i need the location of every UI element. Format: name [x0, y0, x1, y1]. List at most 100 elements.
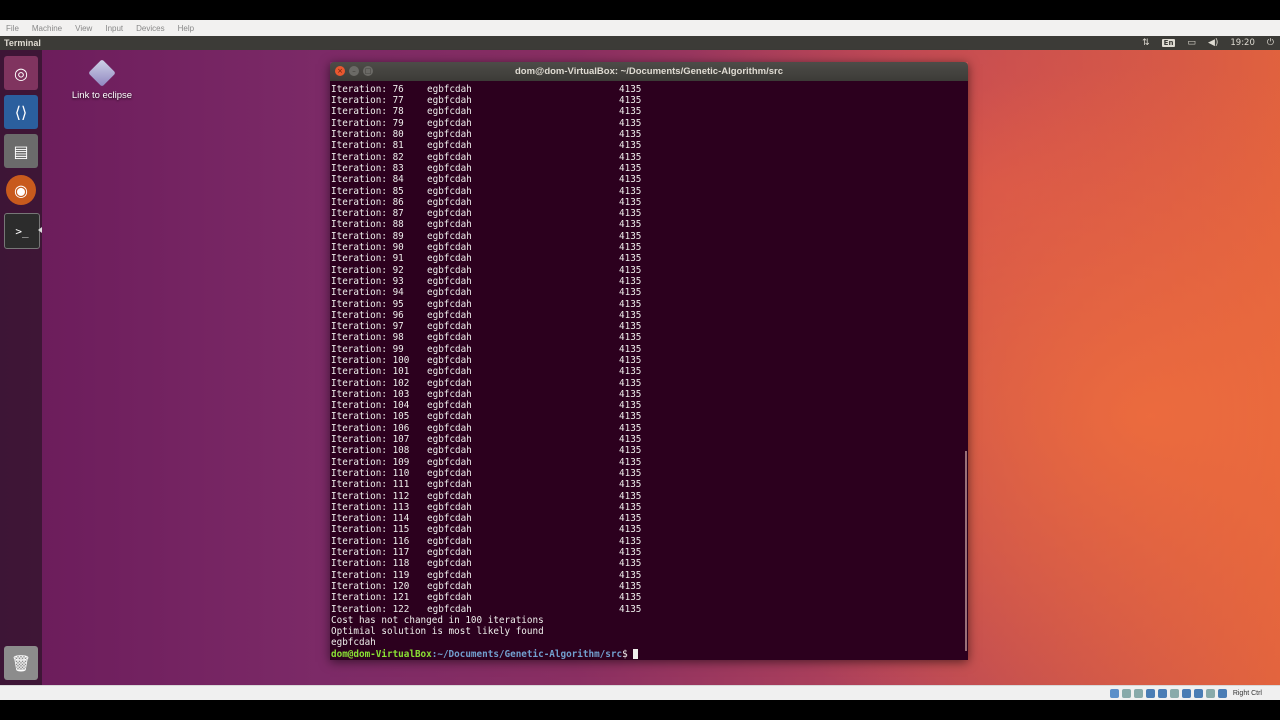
active-app-title[interactable]: Terminal	[0, 38, 41, 48]
menu-help[interactable]: Help	[172, 24, 201, 33]
trash-icon: 🗑	[10, 653, 32, 673]
iteration-path: egbfcdah	[427, 366, 472, 378]
iteration-path: egbfcdah	[427, 422, 472, 434]
iteration-number: Iteration: 89	[331, 230, 404, 242]
display-icon[interactable]	[1181, 689, 1191, 698]
iteration-cost: 4135	[619, 230, 642, 242]
maximize-icon[interactable]: □	[363, 66, 373, 76]
clock[interactable]: 19:20	[1230, 38, 1255, 48]
iteration-number: Iteration: 86	[331, 196, 404, 208]
iteration-number: Iteration: 94	[331, 287, 404, 299]
iteration-line: Iteration: 83 egbfcdah 4135	[331, 163, 961, 174]
menu-machine[interactable]: Machine	[26, 24, 69, 33]
volume-icon[interactable]: ◀)	[1208, 38, 1218, 48]
host-key-icon[interactable]	[1217, 689, 1227, 698]
iteration-path: egbfcdah	[427, 332, 472, 344]
iteration-line: Iteration: 117 egbfcdah 4135	[331, 547, 961, 558]
output-message: egbfcdah	[331, 637, 376, 649]
iteration-number: Iteration: 120	[331, 580, 410, 592]
battery-icon[interactable]: ▭	[1187, 38, 1196, 48]
virtualbox-menubar: File Machine View Input Devices Help	[0, 20, 1280, 36]
iteration-path: egbfcdah	[427, 490, 472, 502]
iteration-number: Iteration: 95	[331, 298, 404, 310]
file-cabinet-icon: ▤	[13, 141, 29, 161]
iteration-cost: 4135	[619, 151, 642, 163]
video-capture-icon[interactable]	[1193, 689, 1203, 698]
menu-devices[interactable]: Devices	[130, 24, 171, 33]
menu-file[interactable]: File	[0, 24, 26, 33]
terminal-titlebar[interactable]: × – □ dom@dom-VirtualBox: ~/Documents/Ge…	[330, 62, 968, 81]
iteration-cost: 4135	[619, 129, 642, 141]
iteration-number: Iteration: 104	[331, 400, 410, 412]
iteration-line: Iteration: 93 egbfcdah 4135	[331, 276, 961, 287]
iteration-line: Iteration: 98 egbfcdah 4135	[331, 332, 961, 343]
keyboard-lang-icon[interactable]: En	[1161, 39, 1176, 47]
iteration-cost: 4135	[619, 456, 642, 468]
iteration-line: Iteration: 121 egbfcdah 4135	[331, 592, 961, 603]
shell-prompt-line[interactable]: dom@dom-VirtualBox:~/Documents/Genetic-A…	[331, 648, 961, 660]
iteration-path: egbfcdah	[427, 558, 472, 570]
prompt-user-host: dom@dom-VirtualBox	[331, 648, 432, 660]
iteration-cost: 4135	[619, 535, 642, 547]
iteration-cost: 4135	[619, 580, 642, 592]
terminal-output[interactable]: Iteration: 76 egbfcdah 4135 Iteration: 77 eg…	[330, 81, 968, 660]
iteration-path: egbfcdah	[427, 162, 472, 174]
desktop-icon-eclipse[interactable]: Link to eclipse	[68, 59, 136, 101]
indicator-area: ⇅ En ▭ ◀) 19:20 ⏻	[1142, 36, 1274, 50]
iteration-line: Iteration: 110 egbfcdah 4135	[331, 468, 961, 479]
iteration-path: egbfcdah	[427, 411, 472, 423]
text-cursor	[632, 648, 638, 659]
power-icon[interactable]: ⏻	[1267, 38, 1274, 48]
iteration-path: egbfcdah	[427, 151, 472, 163]
iteration-path: egbfcdah	[427, 547, 472, 559]
vscode-launcher-button[interactable]: ⟨⟩	[4, 95, 38, 129]
iteration-number: Iteration: 103	[331, 388, 410, 400]
ubuntu-dash-button[interactable]: ◎	[4, 56, 38, 90]
menu-input[interactable]: Input	[99, 24, 130, 33]
iteration-path: egbfcdah	[427, 83, 472, 95]
terminal-lines: Iteration: 76 egbfcdah 4135 Iteration: 77 eg…	[331, 84, 961, 660]
optical-drive-icon[interactable]	[1121, 689, 1131, 698]
iteration-number: Iteration: 82	[331, 151, 404, 163]
close-icon[interactable]: ×	[335, 66, 345, 76]
terminal-window[interactable]: × – □ dom@dom-VirtualBox: ~/Documents/Ge…	[330, 62, 968, 660]
prompt-path: :~/Documents/Genetic-Algorithm/src	[431, 648, 623, 660]
iteration-number: Iteration: 92	[331, 264, 404, 276]
iteration-cost: 4135	[619, 400, 642, 412]
menu-view[interactable]: View	[69, 24, 99, 33]
trash-launcher-button[interactable]: 🗑	[4, 646, 38, 680]
iteration-number: Iteration: 114	[331, 513, 410, 525]
files-launcher-button[interactable]: ▤	[4, 134, 38, 168]
firefox-icon: ◉	[14, 180, 28, 200]
iteration-line: Iteration: 81 egbfcdah 4135	[331, 140, 961, 151]
terminal-scrollbar[interactable]	[965, 451, 967, 651]
terminal-launcher-button[interactable]: >_	[4, 213, 40, 249]
iteration-number: Iteration: 102	[331, 377, 410, 389]
network-adapter-icon[interactable]	[1145, 689, 1155, 698]
network-icon[interactable]: ⇅	[1142, 38, 1150, 48]
iteration-path: egbfcdah	[427, 174, 472, 186]
iteration-line: Iteration: 109 egbfcdah 4135	[331, 457, 961, 468]
iteration-number: Iteration: 106	[331, 422, 410, 434]
terminal-icon: >_	[15, 224, 29, 238]
shared-folder-icon[interactable]	[1169, 689, 1179, 698]
mouse-integration-icon[interactable]	[1205, 689, 1215, 698]
iteration-cost: 4135	[619, 343, 642, 355]
iteration-path: egbfcdah	[427, 377, 472, 389]
iteration-line: Iteration: 82 egbfcdah 4135	[331, 152, 961, 163]
audio-icon[interactable]	[1133, 689, 1143, 698]
usb-icon[interactable]	[1157, 689, 1167, 698]
iteration-path: egbfcdah	[427, 309, 472, 321]
iteration-cost: 4135	[619, 569, 642, 581]
iteration-line: Iteration: 107 egbfcdah 4135	[331, 434, 961, 445]
iteration-number: Iteration: 105	[331, 411, 410, 423]
minimize-icon[interactable]: –	[349, 66, 359, 76]
hard-disk-icon[interactable]	[1109, 689, 1119, 698]
iteration-path: egbfcdah	[427, 580, 472, 592]
iteration-path: egbfcdah	[427, 456, 472, 468]
iteration-line: Iteration: 118 egbfcdah 4135	[331, 558, 961, 569]
iteration-number: Iteration: 93	[331, 275, 404, 287]
iteration-line: Iteration: 97 egbfcdah 4135	[331, 321, 961, 332]
iteration-line: Iteration: 78 egbfcdah 4135	[331, 106, 961, 117]
firefox-launcher-button[interactable]: ◉	[6, 175, 36, 205]
